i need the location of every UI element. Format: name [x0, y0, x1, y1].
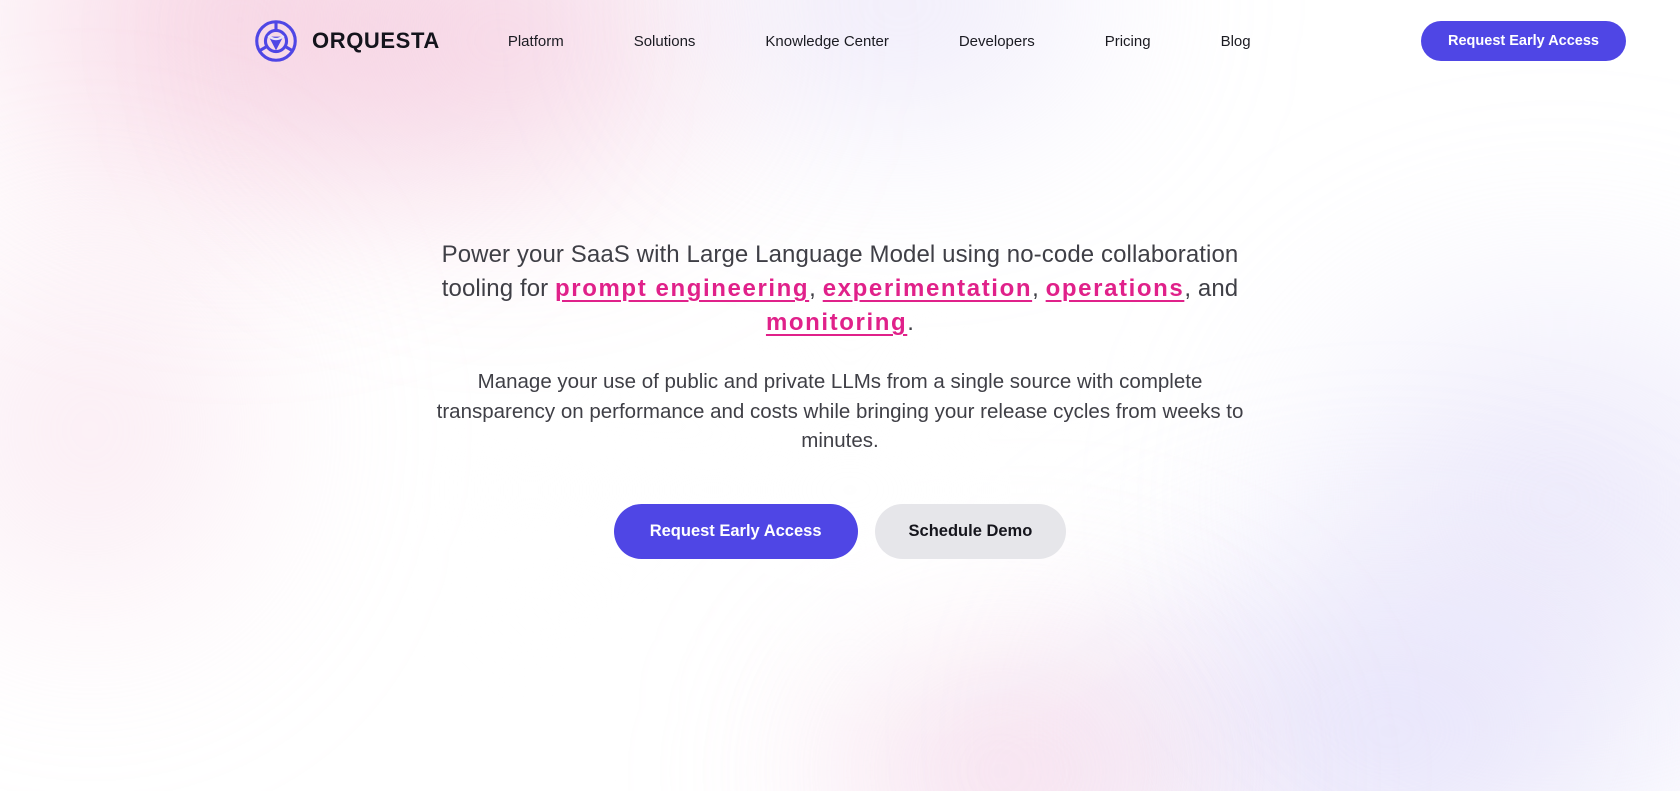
- site-header: ORQUESTA Platform Solutions Knowledge Ce…: [0, 0, 1680, 82]
- header-request-early-access-button[interactable]: Request Early Access: [1421, 21, 1626, 61]
- headline-link-experimentation[interactable]: experimentation: [823, 275, 1032, 302]
- headline-sep-1: ,: [809, 275, 823, 303]
- nav-item-platform[interactable]: Platform: [508, 25, 564, 58]
- hero-schedule-demo-button[interactable]: Schedule Demo: [874, 503, 1067, 559]
- hero-subheadline: Manage your use of public and private LL…: [436, 370, 1244, 453]
- brand-name: ORQUESTA: [312, 28, 440, 53]
- orquesta-emblem-icon: [255, 20, 297, 62]
- hero-section: Power your SaaS with Large Language Mode…: [0, 82, 1680, 559]
- nav-item-solutions[interactable]: Solutions: [634, 25, 696, 58]
- brand-logo[interactable]: ORQUESTA: [254, 19, 440, 63]
- nav-item-knowledge-center[interactable]: Knowledge Center: [765, 25, 888, 58]
- headline-sep-2: ,: [1032, 275, 1046, 303]
- hero-request-early-access-button[interactable]: Request Early Access: [613, 503, 858, 559]
- hero-headline: Power your SaaS with Large Language Mode…: [420, 238, 1260, 340]
- headline-link-prompt-engineering[interactable]: prompt engineering: [555, 275, 809, 302]
- headline-link-operations[interactable]: operations: [1046, 275, 1185, 302]
- headline-link-monitoring[interactable]: monitoring: [766, 309, 907, 336]
- nav-item-developers[interactable]: Developers: [959, 25, 1035, 58]
- hero-action-buttons: Request Early Access Schedule Demo: [613, 503, 1067, 559]
- headline-text-end: .: [907, 309, 915, 337]
- main-navigation: Platform Solutions Knowledge Center Deve…: [508, 25, 1251, 58]
- headline-sep-3: , and: [1184, 275, 1239, 303]
- nav-item-blog[interactable]: Blog: [1221, 25, 1251, 58]
- nav-item-pricing[interactable]: Pricing: [1105, 25, 1151, 58]
